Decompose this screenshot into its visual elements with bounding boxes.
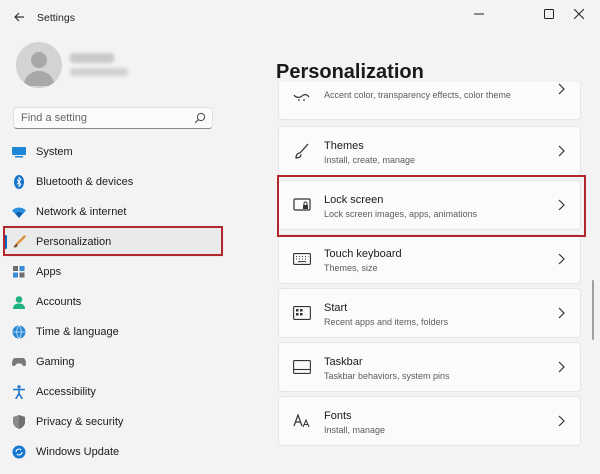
search-box[interactable] xyxy=(13,107,213,129)
bluetooth-icon xyxy=(14,175,24,189)
keyboard-icon xyxy=(293,253,311,265)
sidebar-item-gaming[interactable]: Gaming xyxy=(0,347,230,377)
chevron-right-icon xyxy=(558,415,565,427)
sidebar-item-accessibility[interactable]: Accessibility xyxy=(0,377,230,407)
card-subtitle: Accent color, transparency effects, colo… xyxy=(324,90,511,100)
sidebar-item-accounts[interactable]: Accounts xyxy=(0,287,230,317)
taskbar-icon xyxy=(293,360,311,374)
card-title: Start xyxy=(324,302,348,314)
sidebar-item-label: Accessibility xyxy=(36,386,96,398)
app-title: Settings xyxy=(37,12,75,24)
sidebar-item-network[interactable]: Network & internet xyxy=(0,197,230,227)
chevron-right-icon xyxy=(558,307,565,319)
card-subtitle: Recent apps and items, folders xyxy=(324,317,449,327)
fonts-icon xyxy=(293,413,310,428)
sidebar-item-label: System xyxy=(36,146,73,158)
back-button[interactable] xyxy=(8,6,30,28)
user-email-blurred xyxy=(70,68,128,76)
sidebar-item-label: Apps xyxy=(36,266,62,278)
avatar[interactable] xyxy=(16,42,62,88)
accounts-icon xyxy=(13,295,25,309)
chevron-right-icon xyxy=(558,145,565,157)
minimize-button[interactable] xyxy=(456,0,502,28)
sidebar-item-time-language[interactable]: Time & language xyxy=(0,317,230,347)
settings-card-themes[interactable]: Themes Install, create, manage xyxy=(278,126,581,176)
palette-icon xyxy=(293,94,310,101)
settings-card-taskbar[interactable]: Taskbar Taskbar behaviors, system pins xyxy=(278,342,581,392)
settings-card-list: Accent color, transparency effects, colo… xyxy=(278,82,582,474)
sidebar-item-label: Network & internet xyxy=(36,206,127,218)
highlight-box-lock-screen xyxy=(277,175,586,237)
card-subtitle: Install, manage xyxy=(324,425,386,435)
start-icon xyxy=(293,306,311,320)
card-title: Touch keyboard xyxy=(324,248,402,260)
apps-icon xyxy=(13,266,25,278)
chevron-right-icon xyxy=(558,361,565,373)
globe-clock-icon xyxy=(12,325,26,339)
settings-card-colors[interactable]: Accent color, transparency effects, colo… xyxy=(278,82,581,120)
card-subtitle: Install, create, manage xyxy=(324,155,416,165)
brush-icon xyxy=(295,143,309,159)
settings-card-start[interactable]: Start Recent apps and items, folders xyxy=(278,288,581,338)
sidebar-item-label: Gaming xyxy=(36,356,75,368)
update-icon xyxy=(12,445,26,459)
user-name-blurred xyxy=(70,53,114,63)
sidebar-item-label: Privacy & security xyxy=(36,416,124,428)
card-title: Themes xyxy=(324,140,364,152)
sidebar-item-label: Bluetooth & devices xyxy=(36,176,134,188)
page-title: Personalization xyxy=(276,61,424,83)
card-title: Fonts xyxy=(324,410,352,422)
card-subtitle: Themes, size xyxy=(324,263,378,273)
chevron-right-icon xyxy=(558,253,565,265)
highlight-box-personalization xyxy=(3,226,223,256)
sidebar-item-system[interactable]: System xyxy=(0,137,230,167)
user-avatar-icon xyxy=(16,42,62,88)
sidebar-nav: System Bluetooth & devices Network & int… xyxy=(0,137,230,467)
title-bar: Settings xyxy=(0,0,600,34)
sidebar-item-bluetooth[interactable]: Bluetooth & devices xyxy=(0,167,230,197)
sidebar-item-privacy-security[interactable]: Privacy & security xyxy=(0,407,230,437)
chevron-right-icon xyxy=(558,83,565,95)
scrollbar[interactable] xyxy=(592,280,594,340)
sidebar-item-apps[interactable]: Apps xyxy=(0,257,230,287)
sidebar-item-windows-update[interactable]: Windows Update xyxy=(0,437,230,467)
wifi-icon xyxy=(12,207,26,218)
sidebar-item-label: Windows Update xyxy=(36,446,120,458)
sidebar-item-label: Accounts xyxy=(36,296,82,308)
minimize-icon xyxy=(474,13,484,15)
close-button[interactable] xyxy=(556,0,600,28)
maximize-icon xyxy=(544,9,554,19)
settings-card-fonts[interactable]: Fonts Install, manage xyxy=(278,396,581,446)
search-input[interactable] xyxy=(14,108,184,128)
close-icon xyxy=(574,9,584,19)
search-icon[interactable] xyxy=(194,112,206,124)
controller-icon xyxy=(12,358,26,367)
sidebar-item-label: Time & language xyxy=(36,326,119,338)
card-title: Taskbar xyxy=(324,356,363,368)
settings-card-touch-keyboard[interactable]: Touch keyboard Themes, size xyxy=(278,234,581,284)
back-arrow-icon xyxy=(14,12,24,22)
accessibility-icon xyxy=(13,385,25,399)
card-subtitle: Taskbar behaviors, system pins xyxy=(324,371,450,381)
system-icon xyxy=(12,147,26,158)
shield-icon xyxy=(13,415,25,429)
